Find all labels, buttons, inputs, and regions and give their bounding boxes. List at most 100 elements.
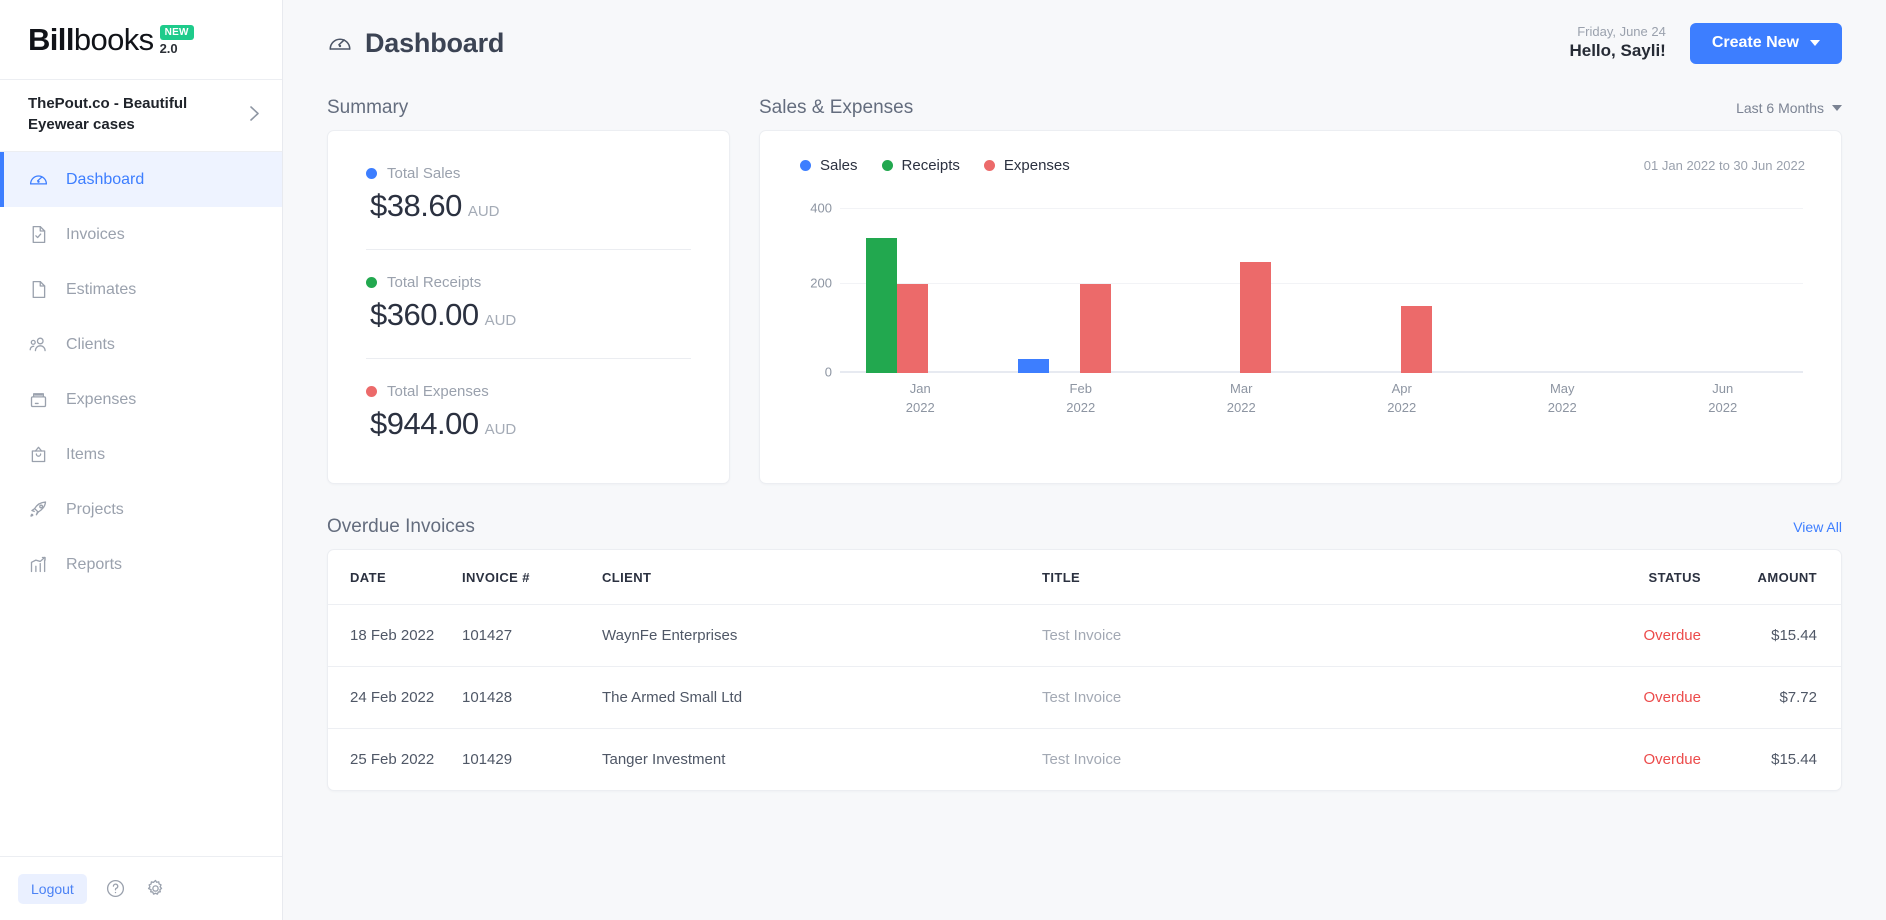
legend-dot-expenses <box>366 386 377 397</box>
table-body: 18 Feb 2022 101427 WaynFe Enterprises Te… <box>328 604 1841 791</box>
greeting-text: Hello, Sayli! <box>1569 41 1666 61</box>
overdue-invoices-section: Overdue Invoices View All DATE INVOICE #… <box>327 505 1842 791</box>
summary-item-label-row: Total Expenses <box>366 383 691 400</box>
cell-invoice[interactable]: 101427 <box>452 604 592 667</box>
overdue-invoices-table: DATE INVOICE # CLIENT TITLE STATUS AMOUN… <box>328 550 1841 790</box>
x-tick-label-jan: Jan 2022 <box>840 380 1001 418</box>
users-icon <box>27 334 49 356</box>
sidebar-item-label: Items <box>66 445 106 463</box>
gear-icon[interactable] <box>145 878 167 900</box>
bag-icon <box>27 444 49 466</box>
date-range-dropdown[interactable]: Last 6 Months <box>1736 100 1842 116</box>
bar-group-jan <box>840 208 1001 373</box>
sidebar-item-label: Expenses <box>66 390 137 408</box>
chart-header: Sales & Expenses Last 6 Months <box>759 86 1842 130</box>
x-tick-month: Feb <box>1069 381 1092 396</box>
bar-chart-icon <box>27 554 49 576</box>
y-tick-label: 200 <box>810 275 832 291</box>
x-tick-label-may: May 2022 <box>1482 380 1643 418</box>
sidebar-item-expenses[interactable]: Expenses <box>0 372 282 427</box>
legend-item-receipts[interactable]: Receipts <box>881 157 960 174</box>
view-all-link[interactable]: View All <box>1793 519 1842 535</box>
logo-books-text: books <box>73 21 154 57</box>
cell-title: Test Invoice <box>1042 751 1122 768</box>
summary-item-value-row: $38.60 AUD <box>366 188 691 224</box>
create-new-button[interactable]: Create New <box>1689 22 1842 64</box>
legend-item-sales[interactable]: Sales <box>800 157 858 174</box>
sidebar-item-reports[interactable]: Reports <box>0 537 282 592</box>
x-tick-label-apr: Apr 2022 <box>1322 380 1483 418</box>
column-header-title: TITLE <box>1032 550 1591 605</box>
legend-item-expenses[interactable]: Expenses <box>983 157 1070 174</box>
billbooks-logo[interactable]: Billbooks NEW 2.0 <box>28 24 194 56</box>
content: Summary Total Sales $38.60 AUD Total Rec… <box>283 86 1886 791</box>
legend-label: Receipts <box>901 157 960 174</box>
table-row[interactable]: 25 Feb 2022 101429 Tanger Investment Tes… <box>328 729 1841 791</box>
x-tick-year: 2022 <box>1708 399 1738 415</box>
x-tick-month: Apr <box>1391 381 1412 396</box>
bar-expenses-apr[interactable] <box>1400 306 1432 373</box>
cell-client[interactable]: WaynFe Enterprises <box>592 604 1032 667</box>
x-tick-year: 2022 <box>905 399 935 415</box>
chart-date-range: 01 Jan 2022 to 30 Jun 2022 <box>1643 158 1805 173</box>
legend-dot-sales <box>800 160 811 171</box>
organization-switcher[interactable]: ThePout.co - Beautiful Eyewear cases <box>0 80 282 153</box>
document-check-icon <box>27 224 49 246</box>
new-badge: NEW <box>159 24 194 40</box>
x-tick-label-mar: Mar 2022 <box>1161 380 1322 418</box>
summary-item-label-row: Total Receipts <box>366 274 691 291</box>
summary-item-amount: $944.00 <box>370 406 479 441</box>
sidebar-item-projects[interactable]: Projects <box>0 482 282 537</box>
cell-client[interactable]: The Armed Small Ltd <box>592 666 1032 729</box>
logout-button[interactable]: Logout <box>18 873 87 904</box>
cell-client[interactable]: Tanger Investment <box>592 729 1032 791</box>
column-header-date: DATE <box>328 550 452 605</box>
bar-group-jun <box>1643 208 1804 373</box>
sidebar-item-estimates[interactable]: Estimates <box>0 262 282 317</box>
chart-bars <box>840 208 1803 373</box>
bar-sales-feb[interactable] <box>1017 359 1049 373</box>
organization-name: ThePout.co - Beautiful Eyewear cases <box>28 95 188 133</box>
chart-plot: 400 200 0 Jan 2022 Feb 2022 Mar 2022 Apr… <box>790 201 1811 415</box>
summary-item-currency: AUD <box>467 203 500 220</box>
summary-item-value-row: $944.00 AUD <box>366 406 691 442</box>
chart-card: Sales Receipts Expenses 01 Jan 2022 to 3… <box>759 130 1842 484</box>
summary-item-currency: AUD <box>484 421 517 438</box>
bar-expenses-feb[interactable] <box>1079 284 1111 373</box>
legend-dot-receipts <box>881 160 893 171</box>
sidebar-item-label: Projects <box>66 500 124 518</box>
cash-box-icon <box>27 389 49 411</box>
bar-expenses-jan[interactable] <box>897 284 928 373</box>
chart-title: Sales & Expenses <box>759 97 914 118</box>
cell-title: Test Invoice <box>1032 604 1591 667</box>
sidebar-item-label: Clients <box>66 335 115 353</box>
cell-invoice[interactable]: 101429 <box>452 729 592 791</box>
sidebar-item-label: Reports <box>66 555 123 573</box>
app-root: Billbooks NEW 2.0 ThePout.co - Beautiful… <box>0 0 1886 920</box>
column-header-status: STATUS <box>1591 550 1711 605</box>
version-label: 2.0 <box>159 40 178 56</box>
x-tick-month: May <box>1549 381 1575 396</box>
sidebar-item-label: Dashboard <box>66 170 145 188</box>
bar-group-feb <box>1001 208 1162 373</box>
logo-area: Billbooks NEW 2.0 <box>0 0 282 80</box>
page-title: Dashboard <box>365 27 505 58</box>
question-circle-icon[interactable] <box>105 878 127 900</box>
sidebar-item-clients[interactable]: Clients <box>0 317 282 372</box>
table-row[interactable]: 24 Feb 2022 101428 The Armed Small Ltd T… <box>328 666 1841 729</box>
sidebar-footer: Logout <box>0 856 282 920</box>
x-tick-label-jun: Jun 2022 <box>1643 380 1804 418</box>
bar-group-mar <box>1161 208 1322 373</box>
overdue-title: Overdue Invoices <box>327 516 475 537</box>
x-tick-month: Mar <box>1230 381 1253 396</box>
cell-invoice[interactable]: 101428 <box>452 666 592 729</box>
legend-label: Sales <box>820 157 858 174</box>
create-new-label: Create New <box>1711 34 1799 51</box>
sidebar-item-dashboard[interactable]: Dashboard <box>0 152 282 208</box>
bar-expenses-mar[interactable] <box>1240 262 1271 373</box>
x-tick-label-feb: Feb 2022 <box>1001 380 1162 418</box>
bar-receipts-jan[interactable] <box>866 238 897 373</box>
sidebar-item-invoices[interactable]: Invoices <box>0 207 282 262</box>
sidebar-item-items[interactable]: Items <box>0 427 282 482</box>
table-row[interactable]: 18 Feb 2022 101427 WaynFe Enterprises Te… <box>328 604 1841 667</box>
